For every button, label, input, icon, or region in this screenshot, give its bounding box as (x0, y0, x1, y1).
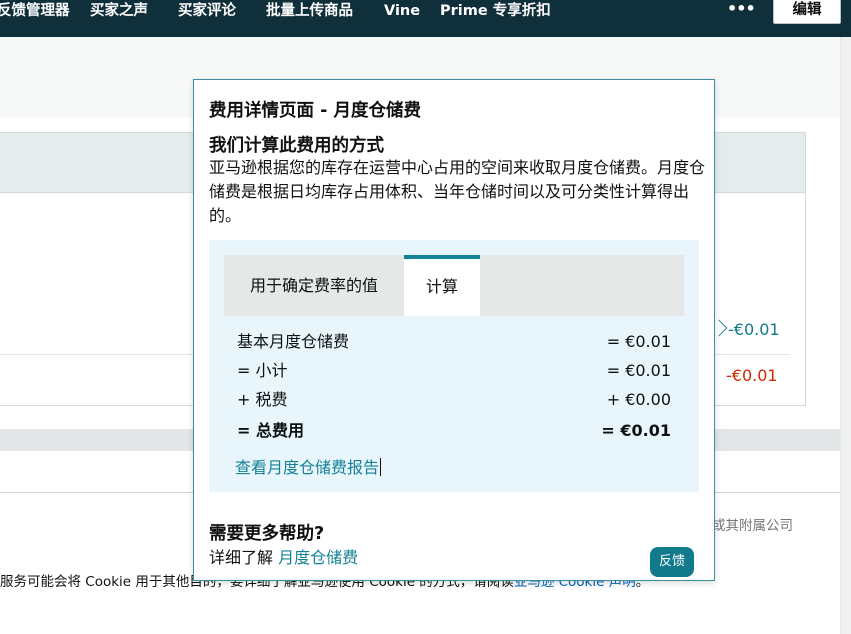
feedback-button[interactable]: 反馈 (650, 547, 694, 577)
calc-row-tax: + 税费 + €0.00 (237, 388, 671, 412)
fee-value-link[interactable]: -€0.01 (728, 320, 780, 339)
calculation-tabs: 用于确定费率的值 计算 (224, 255, 684, 316)
help-text: 详细了解 月度仓储费 (209, 544, 358, 568)
text-cursor (380, 458, 382, 476)
report-link-text[interactable]: 查看月度仓储费报告 (235, 458, 379, 477)
calculation-panel: 用于确定费率的值 计算 基本月度仓储费 = €0.01 = 小计 = €0.01… (209, 240, 699, 492)
learn-more-link[interactable]: 月度仓储费 (278, 548, 358, 567)
nav-item-customer-reviews[interactable]: 买家评论 (178, 0, 236, 22)
nav-item-bulk-upload[interactable]: 批量上传商品 (266, 0, 353, 22)
help-title: 需要更多帮助? (209, 524, 325, 544)
nav-item-prime-discounts[interactable]: Prime 专享折扣 (440, 0, 551, 22)
calc-row-value: = €0.01 (601, 421, 671, 440)
copyright-text: 或其附属公司 (712, 518, 793, 534)
calc-row-subtotal: = 小计 = €0.01 (237, 359, 671, 383)
top-nav: 反馈管理器 买家之声 买家评论 批量上传商品 Vine Prime 专享折扣 •… (0, 0, 851, 37)
calc-row-label: + 税费 (237, 390, 288, 409)
calc-row-value: = €0.01 (606, 361, 671, 380)
help-prefix: 详细了解 (209, 548, 274, 567)
calc-row-total: = 总费用 = €0.01 (237, 419, 671, 443)
calc-row-value: + €0.00 (606, 390, 671, 409)
more-icon[interactable]: ••• (727, 0, 756, 22)
popover-subtitle: 我们计算此费用的方式 (209, 136, 384, 156)
calc-row-label: = 小计 (237, 361, 288, 380)
fee-total-value: -€0.01 (726, 366, 778, 385)
calc-row-value: = €0.01 (606, 332, 671, 351)
calc-row-base-fee: 基本月度仓储费 = €0.01 (237, 330, 671, 354)
tab-calculation[interactable]: 计算 (404, 255, 480, 316)
popover-title: 费用详情页面 - 月度仓储费 (209, 101, 421, 121)
calc-row-label: 基本月度仓储费 (237, 332, 350, 351)
fee-details-popover: 费用详情页面 - 月度仓储费 我们计算此费用的方式 亚马逊根据您的库存在运营中心… (193, 79, 715, 581)
edit-button[interactable]: 编辑 (773, 0, 841, 24)
storage-fee-report-link[interactable]: 查看月度仓储费报告 (235, 454, 382, 478)
page-scrollbar[interactable] (840, 37, 851, 634)
popover-description: 亚马逊根据您的库存在运营中心占用的空间来收取月度仓储费。月度仓储费是根据日均库存… (209, 158, 706, 225)
nav-item-voice-of-customer[interactable]: 买家之声 (90, 0, 148, 22)
tab-rate-values[interactable]: 用于确定费率的值 (224, 255, 404, 316)
calc-row-label: = 总费用 (237, 421, 304, 440)
nav-item-feedback-manager[interactable]: 反馈管理器 (0, 0, 70, 22)
nav-item-vine[interactable]: Vine (384, 0, 420, 22)
